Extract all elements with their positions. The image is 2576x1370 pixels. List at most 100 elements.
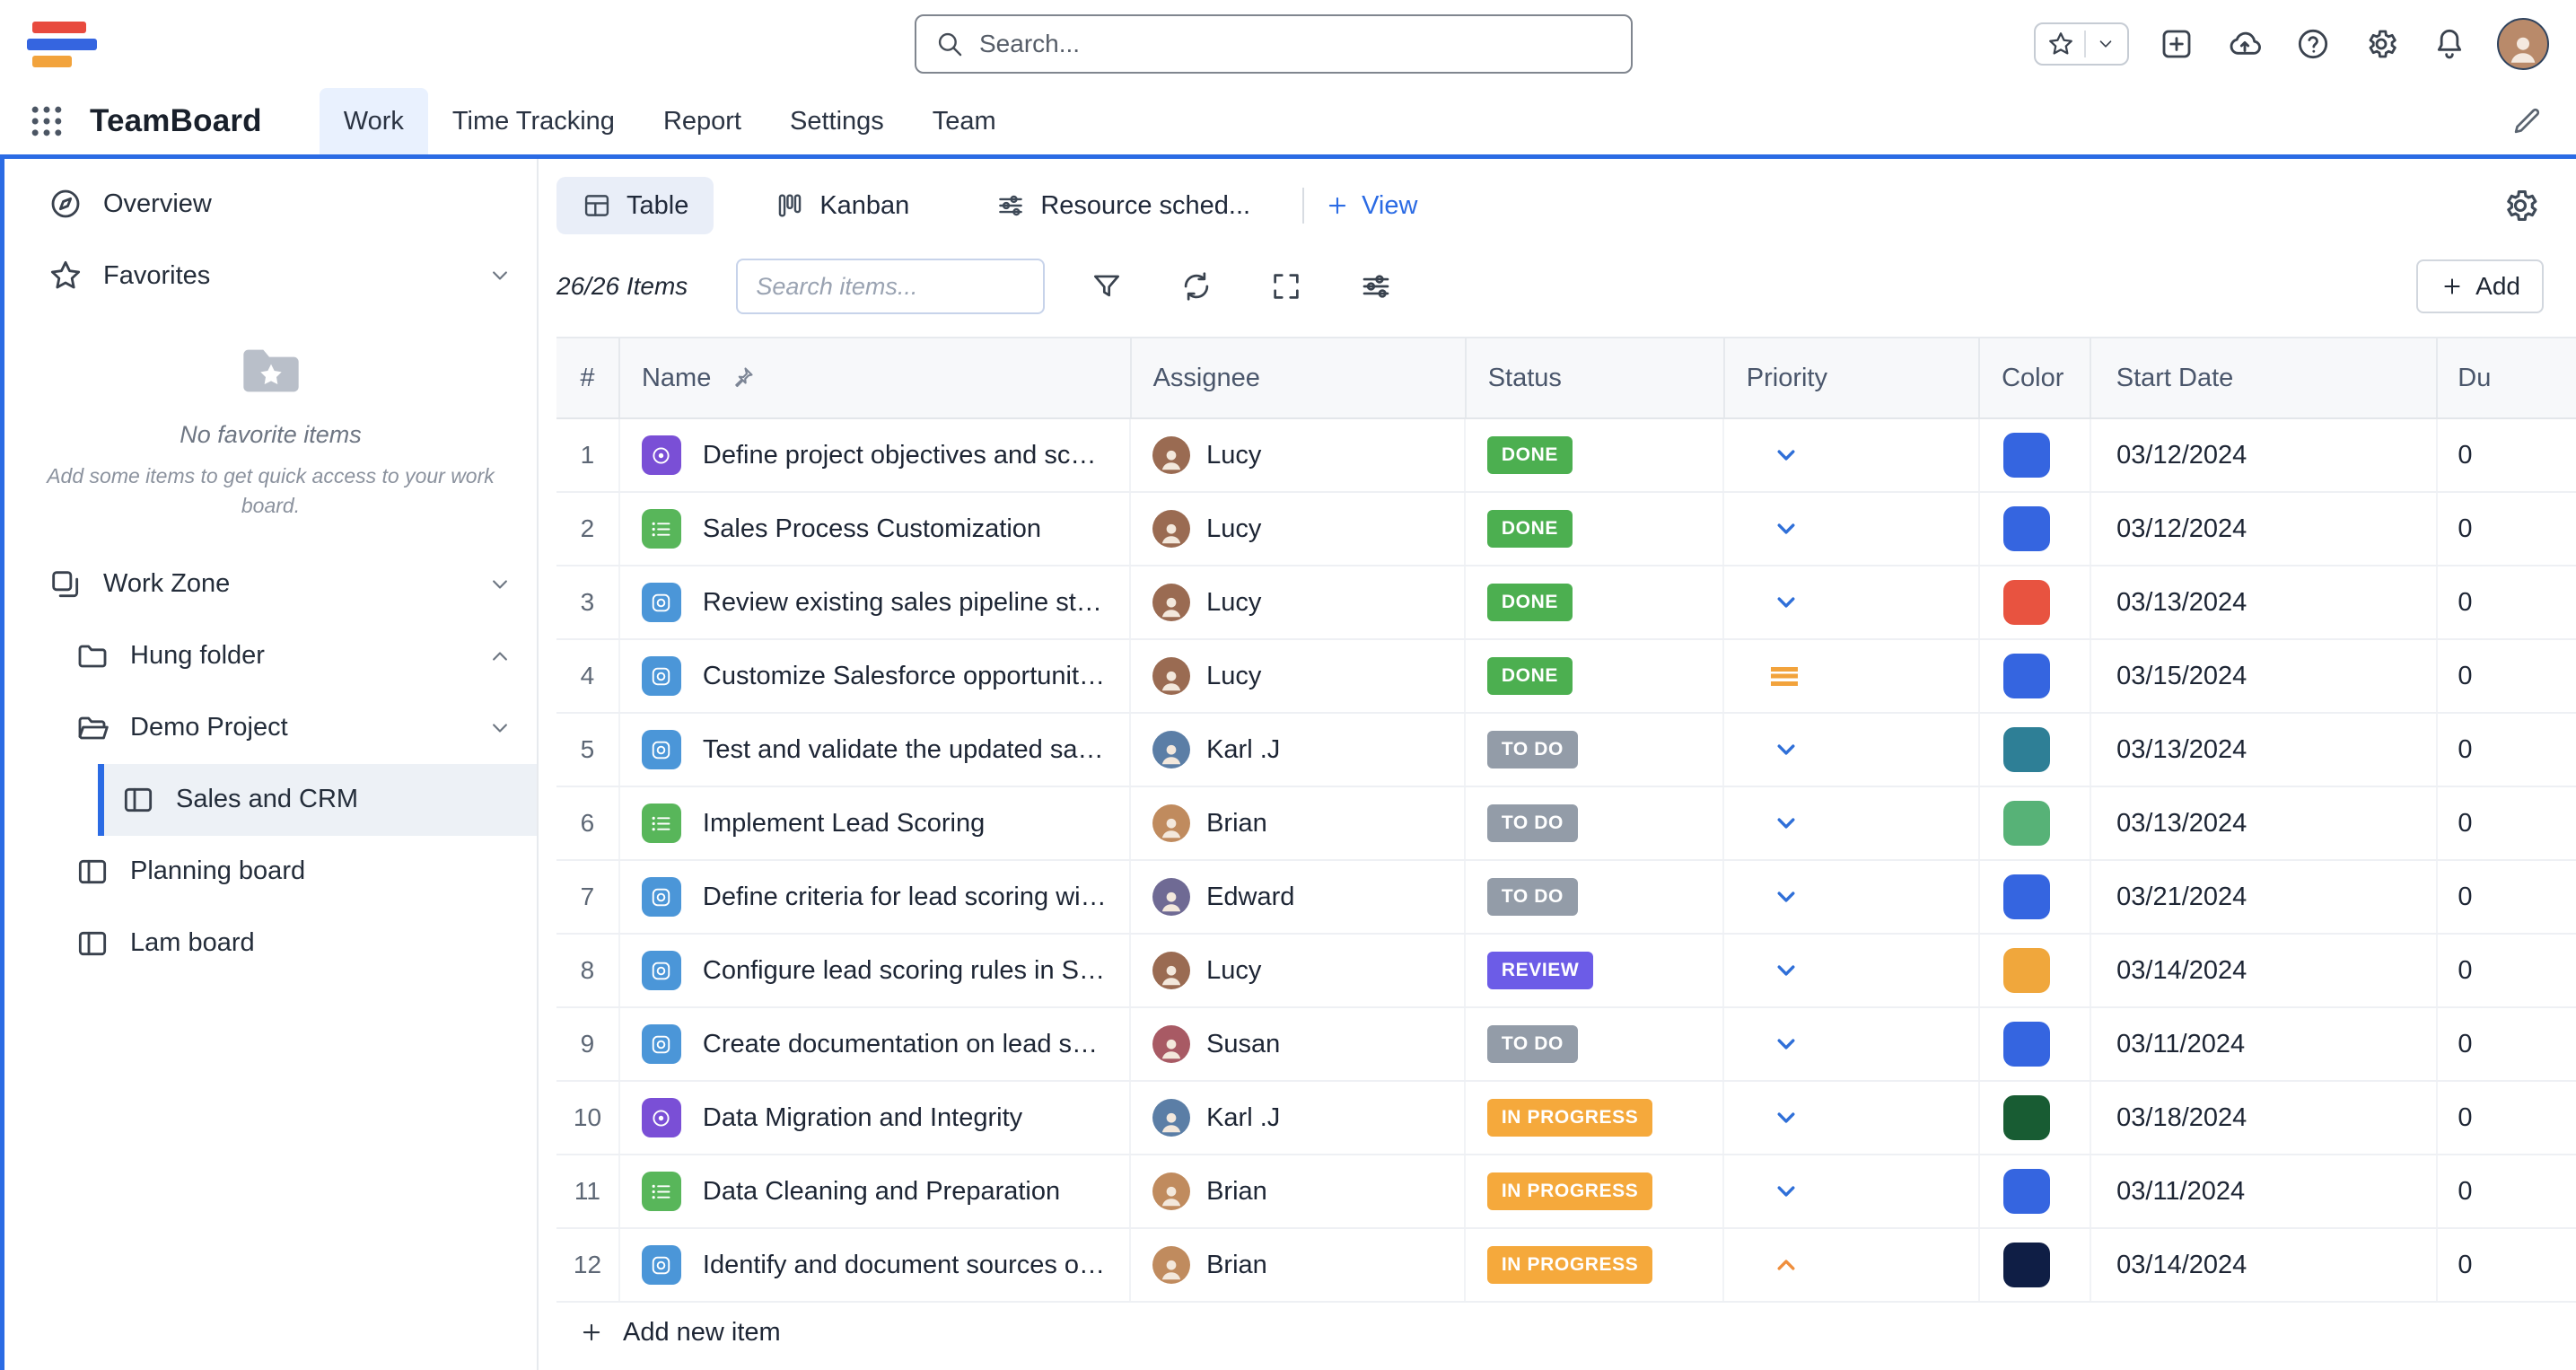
table-row[interactable]: 3 Review existing sales pipeline stag...…: [556, 566, 2576, 640]
favorite-toggle[interactable]: [2034, 22, 2129, 66]
priority-control[interactable]: [1771, 1029, 1801, 1059]
priority-control[interactable]: [1771, 955, 1801, 986]
priority-control[interactable]: [1771, 734, 1801, 765]
sync-button[interactable]: [1172, 262, 1221, 311]
app-launcher-icon[interactable]: [27, 101, 66, 141]
chevron-down-icon[interactable]: [486, 715, 513, 742]
cloud-upload-button[interactable]: [2224, 23, 2265, 65]
view-settings-gear-icon[interactable]: [2501, 186, 2540, 225]
status-badge[interactable]: TO DO: [1487, 731, 1578, 768]
start-date-cell[interactable]: 03/14/2024: [2091, 1229, 2438, 1301]
color-swatch[interactable]: [2003, 948, 2050, 993]
color-swatch[interactable]: [2003, 1095, 2050, 1140]
due-date-cell[interactable]: 0: [2438, 419, 2576, 491]
status-badge[interactable]: TO DO: [1487, 804, 1578, 842]
color-swatch[interactable]: [2003, 1022, 2050, 1067]
sidebar-item-lam-board[interactable]: Lam board: [4, 908, 537, 979]
start-date-cell[interactable]: 03/12/2024: [2091, 493, 2438, 565]
display-settings-button[interactable]: [1352, 262, 1400, 311]
app-logo[interactable]: [27, 22, 97, 67]
nav-tab-report[interactable]: Report: [639, 88, 766, 154]
status-badge[interactable]: IN PROGRESS: [1487, 1099, 1652, 1137]
add-view-button[interactable]: View: [1324, 191, 1417, 221]
assignee-cell[interactable]: Lucy: [1131, 566, 1466, 638]
sidebar-item-hung-folder[interactable]: Hung folder: [4, 620, 537, 692]
items-search-input[interactable]: [756, 273, 1025, 301]
start-date-cell[interactable]: 03/14/2024: [2091, 935, 2438, 1006]
column-header-priority[interactable]: Priority: [1725, 338, 1980, 417]
color-swatch[interactable]: [2003, 506, 2050, 551]
column-header-name[interactable]: Name: [620, 338, 1132, 417]
priority-control[interactable]: [1771, 514, 1801, 544]
start-date-cell[interactable]: 03/18/2024: [2091, 1082, 2438, 1154]
nav-tab-team[interactable]: Team: [908, 88, 1021, 154]
task-name[interactable]: Customize Salesforce opportunity ...: [703, 662, 1108, 691]
assignee-cell[interactable]: Karl .J: [1131, 1082, 1466, 1154]
edit-pencil-icon[interactable]: [2510, 104, 2544, 138]
task-name[interactable]: Data Cleaning and Preparation: [703, 1177, 1060, 1207]
column-header-start-date[interactable]: Start Date: [2091, 338, 2439, 417]
priority-control[interactable]: [1771, 808, 1801, 839]
assignee-cell[interactable]: Brian: [1131, 787, 1466, 859]
color-swatch[interactable]: [2003, 801, 2050, 846]
start-date-cell[interactable]: 03/13/2024: [2091, 714, 2438, 786]
task-name[interactable]: Define criteria for lead scoring wit...: [703, 883, 1108, 912]
assignee-cell[interactable]: Edward: [1131, 861, 1466, 933]
due-date-cell[interactable]: 0: [2438, 1155, 2576, 1227]
table-row[interactable]: 12 Identify and document sources of ... …: [556, 1229, 2576, 1303]
global-search-input[interactable]: [979, 30, 1613, 58]
due-date-cell[interactable]: 0: [2438, 566, 2576, 638]
column-header-assignee[interactable]: Assignee: [1132, 338, 1467, 417]
priority-control[interactable]: [1771, 1176, 1801, 1207]
status-badge[interactable]: IN PROGRESS: [1487, 1172, 1652, 1210]
start-date-cell[interactable]: 03/11/2024: [2091, 1155, 2438, 1227]
status-badge[interactable]: IN PROGRESS: [1487, 1246, 1652, 1284]
color-swatch[interactable]: [2003, 580, 2050, 625]
start-date-cell[interactable]: 03/15/2024: [2091, 640, 2438, 712]
table-row[interactable]: 8 Configure lead scoring rules in Sal...…: [556, 935, 2576, 1008]
due-date-cell[interactable]: 0: [2438, 861, 2576, 933]
table-row[interactable]: 4 Customize Salesforce opportunity ... L…: [556, 640, 2576, 714]
start-date-cell[interactable]: 03/12/2024: [2091, 419, 2438, 491]
notifications-button[interactable]: [2429, 23, 2470, 65]
sidebar-item-favorites[interactable]: Favorites: [4, 240, 537, 312]
color-swatch[interactable]: [2003, 874, 2050, 919]
chevron-down-icon[interactable]: [486, 262, 513, 289]
status-badge[interactable]: DONE: [1487, 584, 1573, 621]
status-badge[interactable]: TO DO: [1487, 1025, 1578, 1063]
table-row[interactable]: 10 Data Migration and Integrity Karl .J …: [556, 1082, 2576, 1155]
task-name[interactable]: Review existing sales pipeline stag...: [703, 588, 1108, 618]
start-date-cell[interactable]: 03/13/2024: [2091, 787, 2438, 859]
table-row[interactable]: 7 Define criteria for lead scoring wit..…: [556, 861, 2576, 935]
sidebar-item-planning-board[interactable]: Planning board: [4, 836, 537, 908]
view-tab-table[interactable]: Table: [556, 177, 714, 234]
table-row[interactable]: 2 Sales Process Customization Lucy DONE …: [556, 493, 2576, 566]
help-button[interactable]: [2292, 23, 2334, 65]
task-name[interactable]: Define project objectives and scope.: [703, 441, 1108, 470]
priority-control[interactable]: [1771, 1250, 1801, 1280]
due-date-cell[interactable]: 0: [2438, 714, 2576, 786]
sidebar-item-demo-project[interactable]: Demo Project: [4, 692, 537, 764]
chevron-up-icon[interactable]: [486, 643, 513, 670]
due-date-cell[interactable]: 0: [2438, 935, 2576, 1006]
status-badge[interactable]: REVIEW: [1487, 952, 1593, 989]
fullscreen-button[interactable]: [1262, 262, 1310, 311]
due-date-cell[interactable]: 0: [2438, 1082, 2576, 1154]
user-avatar[interactable]: [2497, 18, 2549, 70]
priority-control[interactable]: [1771, 587, 1801, 618]
assignee-cell[interactable]: Lucy: [1131, 493, 1466, 565]
task-name[interactable]: Configure lead scoring rules in Sal...: [703, 956, 1108, 986]
start-date-cell[interactable]: 03/11/2024: [2091, 1008, 2438, 1080]
assignee-cell[interactable]: Karl .J: [1131, 714, 1466, 786]
due-date-cell[interactable]: 0: [2438, 640, 2576, 712]
sidebar-item-sales-and-crm[interactable]: Sales and CRM: [98, 764, 537, 836]
color-swatch[interactable]: [2003, 1243, 2050, 1287]
settings-button[interactable]: [2361, 23, 2402, 65]
global-search[interactable]: [915, 14, 1633, 74]
table-row[interactable]: 11 Data Cleaning and Preparation Brian I…: [556, 1155, 2576, 1229]
nav-tab-work[interactable]: Work: [320, 88, 428, 154]
add-item-button[interactable]: Add: [2416, 259, 2544, 313]
add-new-item-button[interactable]: Add new item: [556, 1303, 2576, 1362]
priority-control[interactable]: [1771, 440, 1801, 470]
column-header-color[interactable]: Color: [1980, 338, 2091, 417]
